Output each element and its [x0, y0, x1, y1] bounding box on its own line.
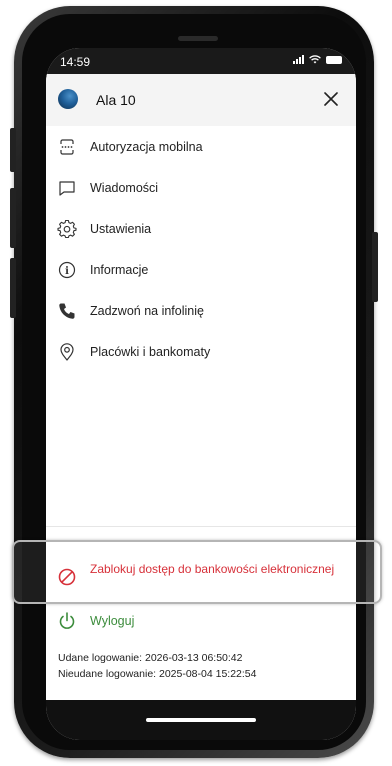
close-icon — [324, 92, 338, 106]
info-icon: i — [56, 259, 78, 281]
menu-item-branches-atms[interactable]: Placówki i bankomaty — [46, 331, 356, 372]
volume-up-button — [10, 188, 16, 248]
menu-item-info[interactable]: i Informacje — [46, 249, 356, 290]
menu-item-settings[interactable]: Ustawienia — [46, 208, 356, 249]
home-indicator[interactable] — [146, 718, 256, 722]
location-pin-icon — [56, 341, 78, 363]
message-icon — [56, 177, 78, 199]
signal-icon — [293, 55, 304, 64]
menu-item-mobile-authorization[interactable]: Autoryzacja mobilna — [46, 126, 356, 167]
menu-list: Autoryzacja mobilna Wiadomości Ustawieni… — [46, 126, 356, 372]
menu-item-call-helpline[interactable]: Zadzwoń na infolinię — [46, 290, 356, 331]
logout-button[interactable]: Wyloguj — [46, 606, 356, 636]
speaker-grille — [178, 36, 218, 41]
mute-switch — [10, 128, 16, 172]
login-history: Udane logowanie: 2026-03-13 06:50:42 Nie… — [58, 650, 257, 682]
status-time: 14:59 — [60, 55, 91, 69]
user-name: Ala 10 — [96, 92, 136, 108]
battery-icon — [326, 55, 342, 64]
highlight-frame — [12, 540, 382, 604]
failed-login: Nieudane logowanie: 2025-08-04 15:22:54 — [58, 668, 257, 680]
avatar-icon — [58, 89, 78, 109]
gear-icon — [56, 218, 78, 240]
svg-text:i: i — [65, 265, 69, 276]
bottom-bar — [46, 700, 356, 740]
mobile-authorization-icon — [56, 136, 78, 158]
status-icons — [293, 55, 342, 64]
logout-label: Wyloguj — [90, 614, 135, 628]
menu-header: Ala 10 — [46, 74, 356, 126]
phone-icon — [56, 300, 78, 322]
menu-item-messages[interactable]: Wiadomości — [46, 167, 356, 208]
status-bar: 14:59 — [46, 48, 356, 74]
successful-login: Udane logowanie: 2026-03-13 06:50:42 — [58, 652, 243, 664]
menu-item-label: Ustawienia — [90, 221, 152, 236]
menu-item-label: Autoryzacja mobilna — [90, 139, 203, 154]
menu-item-label: Zadzwoń na infolinię — [90, 303, 204, 318]
screen: 14:59 Ala 10 Autoryzacja mobilna Wiadomo… — [46, 48, 356, 740]
menu-item-label: Placówki i bankomaty — [90, 344, 211, 359]
divider — [46, 526, 356, 527]
wifi-icon — [309, 55, 321, 64]
power-icon — [56, 610, 78, 632]
menu-item-label: Informacje — [90, 262, 149, 277]
menu-item-label: Wiadomości — [90, 180, 159, 195]
close-button[interactable] — [320, 88, 342, 110]
volume-down-button — [10, 258, 16, 318]
power-button — [372, 232, 378, 302]
